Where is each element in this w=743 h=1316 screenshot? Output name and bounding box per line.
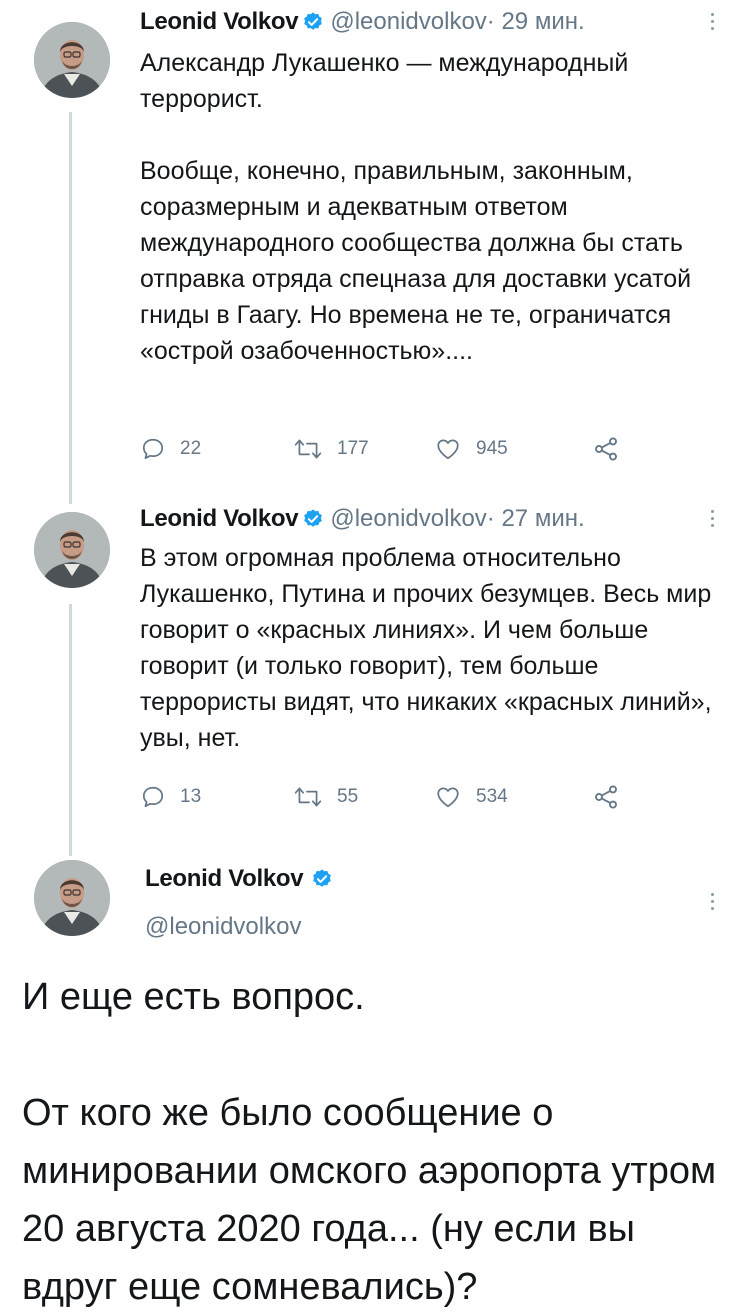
more-vertical-icon[interactable]: [709, 893, 715, 910]
share-button[interactable]: [592, 780, 634, 814]
reply-button[interactable]: 22: [140, 432, 201, 466]
thread-connector-line: [69, 604, 72, 856]
heart-icon: [437, 787, 459, 808]
retweet-count: 177: [337, 438, 369, 459]
reply-icon: [142, 438, 164, 460]
author-name[interactable]: Leonid Volkov: [140, 8, 299, 36]
avatar[interactable]: [34, 22, 110, 98]
author-handle[interactable]: @leonidvolkov: [145, 913, 301, 941]
tweet-actions: 13 55 534: [140, 780, 640, 814]
retweet-button[interactable]: 55: [293, 780, 358, 814]
tweet-header: Leonid Volkov @leonidvolkov · 29 мин.: [140, 5, 721, 39]
tweet-text: В этом огромная проблема относительно Лу…: [140, 544, 712, 752]
tweet-time[interactable]: · 27 мин.: [487, 505, 585, 533]
avatar[interactable]: [34, 860, 110, 936]
author-name[interactable]: Leonid Volkov: [140, 505, 299, 533]
share-icon: [595, 437, 617, 461]
avatar[interactable]: [34, 512, 110, 588]
retweet-count: 55: [337, 786, 359, 807]
share-icon: [595, 785, 617, 809]
author-handle[interactable]: @leonidvolkov: [330, 8, 486, 36]
author-name[interactable]: Leonid Volkov: [145, 865, 304, 893]
like-button[interactable]: 534: [434, 780, 508, 814]
verified-badge-icon: [302, 11, 324, 33]
heart-icon: [437, 439, 459, 460]
retweet-icon: [294, 439, 322, 459]
main-tweet-text: И еще есть вопрос. От кого же было сообщ…: [22, 976, 717, 1308]
verified-badge-icon: [302, 508, 324, 530]
retweet-icon: [294, 787, 322, 807]
share-button[interactable]: [592, 432, 634, 466]
like-count: 534: [476, 786, 508, 807]
reply-button[interactable]: 13: [140, 780, 201, 814]
like-count: 945: [476, 438, 508, 459]
tweet-header: Leonid Volkov @leonidvolkov · 27 мин.: [140, 502, 721, 536]
verified-badge-icon: [311, 868, 333, 890]
tweet-time[interactable]: · 29 мин.: [487, 8, 585, 36]
reply-icon: [142, 786, 164, 808]
reply-count: 13: [180, 786, 202, 807]
thread-connector-line: [69, 112, 72, 504]
like-button[interactable]: 945: [434, 432, 508, 466]
main-author-header: Leonid Volkov: [145, 865, 339, 893]
tweet-text: Александр Лукашенко — международный терр…: [140, 49, 692, 365]
reply-count: 22: [180, 438, 202, 459]
more-vertical-icon[interactable]: [709, 13, 715, 30]
author-handle[interactable]: @leonidvolkov: [330, 505, 486, 533]
retweet-button[interactable]: 177: [293, 432, 369, 466]
tweet-actions: 22 177 945: [140, 432, 640, 466]
more-vertical-icon[interactable]: [709, 510, 715, 527]
